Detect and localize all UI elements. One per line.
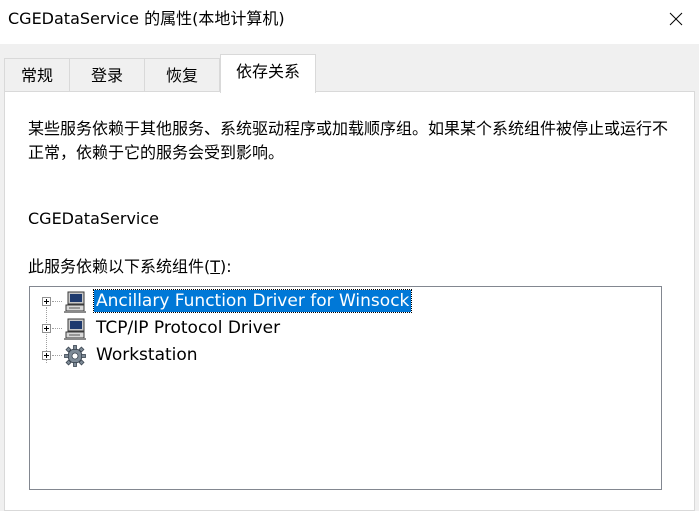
expand-icon[interactable] <box>42 297 51 306</box>
dependencies-tree[interactable]: Ancillary Function Driver for Winsock TC… <box>29 286 662 490</box>
depends-on-label-accelerator: T <box>210 257 221 276</box>
tree-item[interactable]: Workstation <box>30 342 650 369</box>
window-title: CGEDataService 的属性(本地计算机) <box>8 9 285 28</box>
tree-connector <box>52 301 62 302</box>
depends-on-label-suffix: ): <box>220 257 232 276</box>
tab-strip: 常规 登录 恢复 依存关系 <box>0 44 699 93</box>
tab-dependencies[interactable]: 依存关系 <box>220 54 316 93</box>
depends-on-label-prefix: 此服务依赖以下系统组件( <box>28 257 211 276</box>
depends-on-label: 此服务依赖以下系统组件(T): <box>28 256 232 278</box>
tree-item-label[interactable]: TCP/IP Protocol Driver <box>94 317 282 339</box>
tree-connector <box>52 355 62 356</box>
tab-general[interactable]: 常规 <box>4 58 70 92</box>
expand-icon[interactable] <box>42 324 51 333</box>
tree-item[interactable]: Ancillary Function Driver for Winsock <box>30 288 650 315</box>
expand-icon[interactable] <box>42 351 51 360</box>
tab-recovery[interactable]: 恢复 <box>144 58 220 92</box>
computer-icon <box>64 291 86 313</box>
service-name: CGEDataService <box>28 209 160 228</box>
gear-icon <box>64 345 86 367</box>
tree-connector <box>52 328 62 329</box>
tab-logon[interactable]: 登录 <box>69 58 145 92</box>
close-icon <box>669 12 683 26</box>
tree-item[interactable]: TCP/IP Protocol Driver <box>30 315 650 342</box>
title-bar: CGEDataService 的属性(本地计算机) <box>0 0 699 44</box>
tree-item-label[interactable]: Workstation <box>94 344 200 366</box>
dependencies-description: 某些服务依赖于其他服务、系统驱动程序或加载顺序组。如果某个系统组件被停止或运行不… <box>28 119 669 162</box>
close-button[interactable] <box>653 0 699 38</box>
computer-icon <box>64 318 86 340</box>
tree-item-label[interactable]: Ancillary Function Driver for Winsock <box>92 289 413 313</box>
